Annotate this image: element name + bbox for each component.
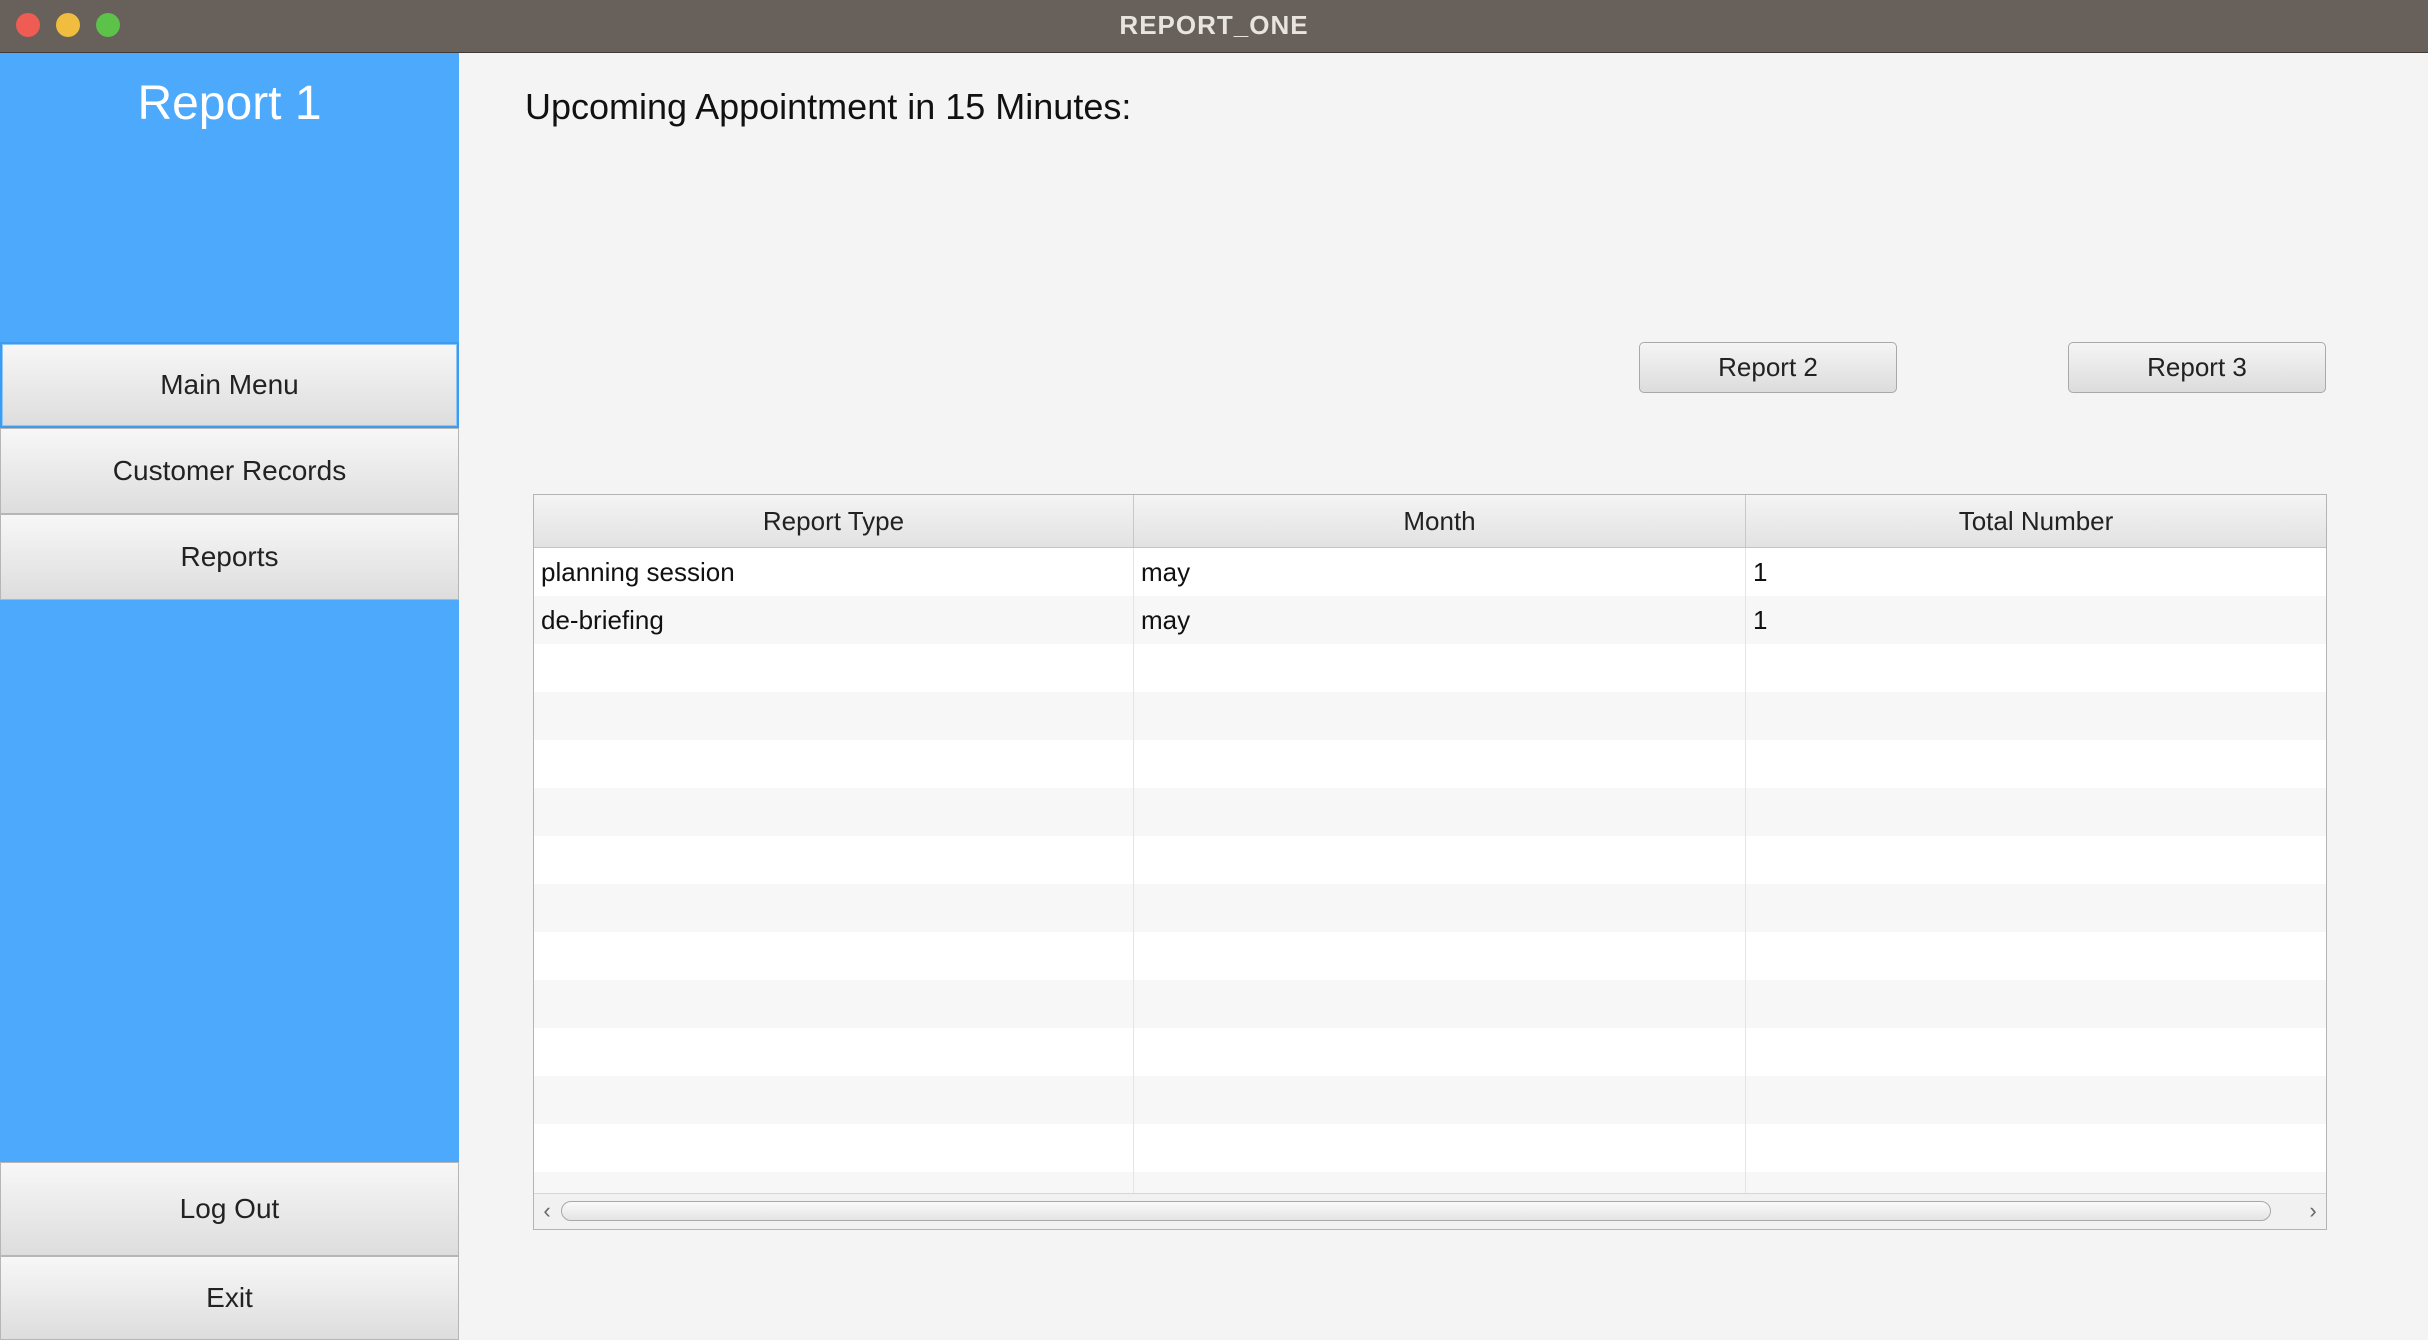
total-number-cell [1746, 740, 2326, 788]
chevron-left-icon[interactable]: ‹ [536, 1198, 558, 1224]
empty-table-row [534, 740, 2326, 788]
total-number-cell [1746, 980, 2326, 1028]
report-type-cell [534, 1172, 1134, 1193]
main-menu-label: Main Menu [160, 369, 299, 400]
report-type-cell [534, 932, 1134, 980]
empty-table-row [534, 1028, 2326, 1076]
total-number-cell [1746, 692, 2326, 740]
table-row[interactable]: planning session may 1 [534, 548, 2326, 596]
month-cell [1134, 932, 1746, 980]
exit-label: Exit [206, 1282, 253, 1313]
log-out-button[interactable]: Log Out [0, 1162, 459, 1256]
total-number-cell: 1 [1753, 605, 1768, 635]
main-menu-button[interactable]: Main Menu [0, 342, 459, 428]
sidebar-title: Report 1 [137, 77, 322, 130]
report-type-cell: planning session [534, 548, 1134, 596]
empty-table-row [534, 1172, 2326, 1193]
report-type-cell [534, 1028, 1134, 1076]
column-header-month[interactable]: Month [1134, 495, 1746, 547]
total-number-cell [1746, 1028, 2326, 1076]
empty-table-row [534, 788, 2326, 836]
title-bar: REPORT_ONE [0, 0, 2428, 53]
scrollbar-thumb[interactable] [561, 1201, 2271, 1221]
report-type-cell [534, 1124, 1134, 1172]
report-type-cell [534, 644, 1134, 692]
empty-table-row [534, 980, 2326, 1028]
report-type-cell [534, 788, 1134, 836]
table-row[interactable]: de-briefing may 1 [534, 596, 2326, 644]
month-cell [1134, 1076, 1746, 1124]
chevron-right-icon[interactable]: › [2302, 1198, 2324, 1224]
empty-table-row [534, 1124, 2326, 1172]
app-window: REPORT_ONE Report 1 Main Menu Customer R… [0, 0, 2428, 1340]
report-type-cell [534, 836, 1134, 884]
report-table[interactable]: Report Type Month Total Number planning … [533, 494, 2327, 1230]
empty-table-row [534, 1076, 2326, 1124]
total-number-cell [1746, 836, 2326, 884]
total-number-cell [1746, 1076, 2326, 1124]
horizontal-scrollbar[interactable]: ‹ › [534, 1193, 2326, 1229]
customer-records-button[interactable]: Customer Records [0, 428, 459, 514]
total-number-cell [1746, 644, 2326, 692]
month-cell [1134, 740, 1746, 788]
page-heading: Upcoming Appointment in 15 Minutes: [525, 86, 1132, 127]
empty-table-row [534, 932, 2326, 980]
window-title: REPORT_ONE [1119, 10, 1309, 40]
total-number-cell [1746, 1124, 2326, 1172]
empty-table-row [534, 644, 2326, 692]
total-number-cell [1746, 932, 2326, 980]
month-cell: may [1134, 548, 1746, 596]
report-type-cell [534, 740, 1134, 788]
month-cell [1134, 1028, 1746, 1076]
report-3-button[interactable]: Report 3 [2068, 342, 2326, 393]
column-header-total-number[interactable]: Total Number [1746, 495, 2326, 547]
report-type-cell [534, 692, 1134, 740]
table-body: planning session may 1 de-briefing may 1 [534, 548, 2326, 1193]
total-number-cell [1746, 788, 2326, 836]
month-cell [1134, 788, 1746, 836]
customer-records-label: Customer Records [112, 455, 347, 486]
empty-table-row [534, 692, 2326, 740]
column-header-report-type[interactable]: Report Type [534, 495, 1134, 547]
reports-label: Reports [180, 541, 279, 572]
total-number-cell: 1 [1753, 557, 1768, 587]
sidebar: Report 1 Main Menu Customer Records Repo… [0, 53, 459, 1340]
empty-table-row [534, 884, 2326, 932]
month-cell [1134, 1172, 1746, 1193]
report-type-cell: de-briefing [534, 596, 1134, 644]
log-out-label: Log Out [179, 1193, 280, 1224]
report-type-cell [534, 980, 1134, 1028]
month-cell: may [1134, 596, 1746, 644]
report-2-button[interactable]: Report 2 [1639, 342, 1897, 393]
empty-table-row [534, 836, 2326, 884]
month-cell [1134, 644, 1746, 692]
table-header: Report Type Month Total Number [534, 495, 2326, 548]
total-number-cell [1746, 884, 2326, 932]
exit-button[interactable]: Exit [0, 1256, 459, 1340]
total-number-cell [1746, 1172, 2326, 1193]
report-type-cell [534, 1076, 1134, 1124]
month-cell [1134, 1124, 1746, 1172]
report-type-cell [534, 884, 1134, 932]
reports-button[interactable]: Reports [0, 514, 459, 600]
month-cell [1134, 692, 1746, 740]
month-cell [1134, 884, 1746, 932]
month-cell [1134, 980, 1746, 1028]
month-cell [1134, 836, 1746, 884]
